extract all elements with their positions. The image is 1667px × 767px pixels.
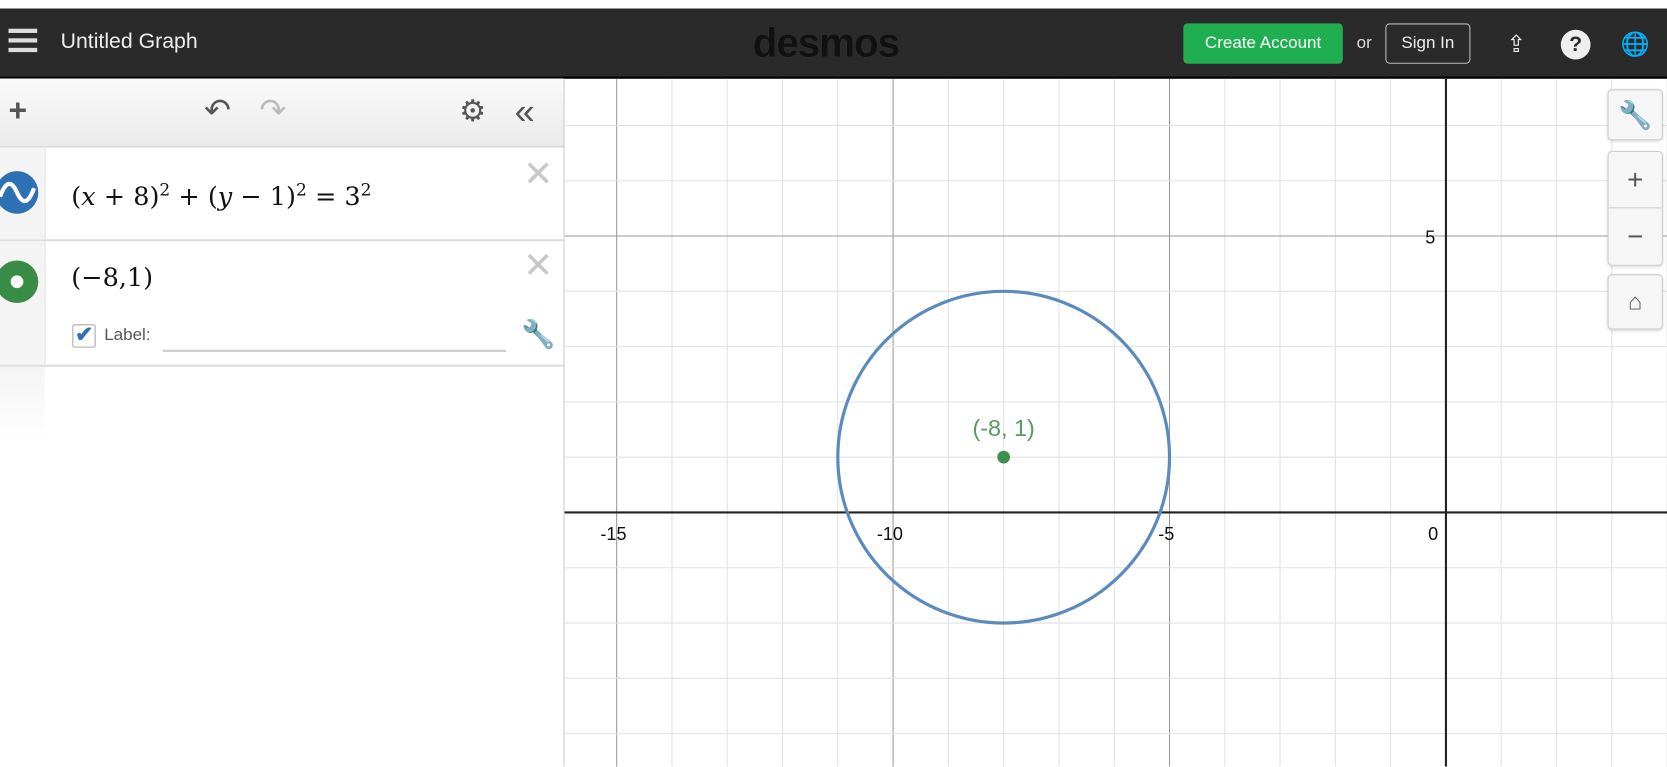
desmos-logo: desmos: [752, 21, 900, 66]
zoom-controls: + −: [1607, 150, 1663, 266]
create-account-button[interactable]: Create Account: [1183, 23, 1343, 64]
label-input[interactable]: [162, 322, 507, 352]
graph-settings-wrench-button[interactable]: 🔧: [1607, 89, 1663, 141]
share-icon[interactable]: ⇪: [1501, 30, 1531, 60]
expression-panel: + ↶ ↷ ⚙ « (x + 8)2 + (y − 1)2 = 32 ✕ (−8…: [0, 78, 565, 767]
globe-icon[interactable]: 🌐: [1620, 30, 1650, 60]
x-tick-label: -5: [1158, 524, 1174, 544]
collapse-panel-button[interactable]: «: [515, 94, 535, 130]
add-expression-button[interactable]: +: [9, 94, 28, 130]
zoom-in-button[interactable]: +: [1608, 152, 1662, 209]
x-tick-label: 0: [1428, 524, 1438, 544]
x-tick-label: -15: [600, 524, 626, 544]
redo-button[interactable]: ↷: [259, 94, 286, 130]
or-text: or: [1356, 34, 1372, 53]
graph-type-wave-icon[interactable]: [0, 169, 40, 216]
home-button[interactable]: ⌂: [1607, 274, 1663, 330]
delete-expression-icon[interactable]: ✕: [523, 248, 553, 284]
settings-gear-icon[interactable]: ⚙: [459, 94, 486, 130]
gutter-fade: [0, 366, 45, 442]
header-bar: Untitled Graph desmos Create Account or …: [0, 8, 1667, 79]
browser-strip: [0, 0, 1667, 9]
sign-in-button[interactable]: Sign In: [1385, 23, 1471, 64]
hamburger-icon[interactable]: [8, 28, 38, 55]
graph-canvas[interactable]: -15 -10 -5 0 5 (-8, 1): [564, 78, 1667, 767]
undo-button[interactable]: ↶: [204, 94, 231, 130]
expression-toolbar: + ↶ ↷ ⚙ «: [0, 78, 564, 148]
help-icon[interactable]: ?: [1560, 29, 1591, 60]
expression-item-point[interactable]: (−8,1) ✕ ✔ Label: 🔧: [0, 241, 564, 367]
delete-expression-icon[interactable]: ✕: [523, 156, 553, 192]
label-checkbox[interactable]: ✔: [72, 324, 96, 348]
wrench-icon[interactable]: 🔧: [521, 318, 555, 351]
expression-item-circle[interactable]: (x + 8)2 + (y − 1)2 = 32 ✕: [0, 147, 564, 242]
expression-latex[interactable]: (x + 8)2 + (y − 1)2 = 32: [71, 180, 371, 212]
point-label: (-8, 1): [972, 415, 1034, 441]
zoom-out-button[interactable]: −: [1609, 208, 1662, 263]
expression-latex[interactable]: (−8,1): [71, 263, 153, 293]
point-style-icon[interactable]: [0, 258, 40, 305]
graph-title[interactable]: Untitled Graph: [61, 30, 198, 54]
point-marker: [997, 450, 1011, 464]
x-tick-label: -10: [877, 524, 903, 544]
label-caption: Label:: [104, 326, 151, 345]
y-tick-label: 5: [1425, 227, 1435, 247]
